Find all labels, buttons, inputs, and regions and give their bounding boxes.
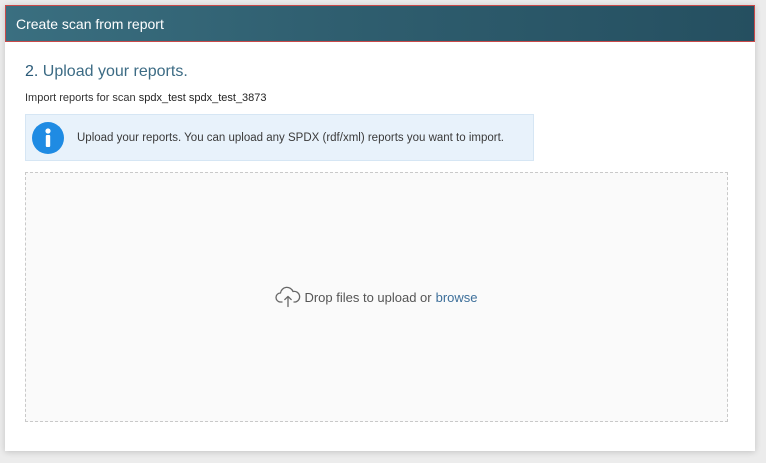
info-message: Upload your reports. You can upload any …: [25, 114, 534, 161]
info-icon: [32, 121, 64, 154]
import-description: Import reports for scan spdx_test spdx_t…: [25, 92, 267, 104]
create-scan-dialog: Create scan from report 2. Upload your r…: [5, 5, 755, 451]
file-dropzone[interactable]: Drop files to upload or browse: [25, 172, 728, 422]
scan-name: spdx_test spdx_test_3873: [138, 92, 267, 104]
dropzone-content: Drop files to upload or browse: [275, 286, 478, 308]
step-title: Upload your reports.: [42, 63, 188, 80]
cloud-upload-icon: [275, 286, 301, 308]
info-text: Upload your reports. You can upload any …: [77, 131, 504, 144]
step-number: 2.: [25, 63, 39, 80]
dialog-header: Create scan from report: [5, 5, 755, 42]
step-heading: 2. Upload your reports.: [25, 63, 188, 81]
import-prefix: Import reports for scan: [25, 92, 136, 104]
dialog-title: Create scan from report: [16, 15, 164, 32]
browse-link[interactable]: browse: [436, 290, 478, 305]
dropzone-text: Drop files to upload or: [304, 289, 432, 305]
